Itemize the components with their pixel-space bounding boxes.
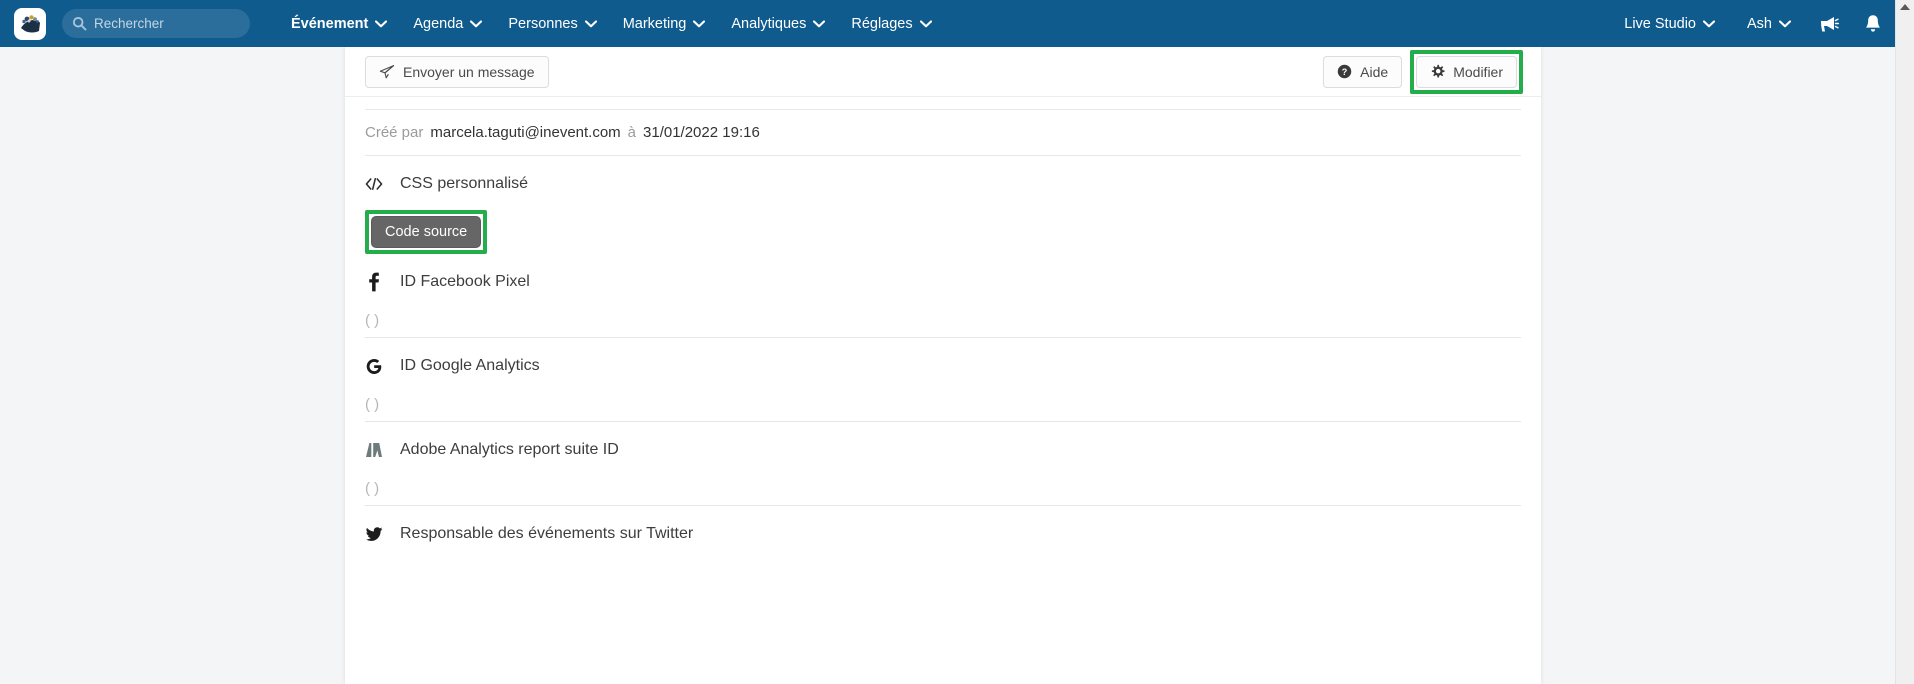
field-facebook-pixel-label: ID Facebook Pixel bbox=[400, 273, 530, 290]
edit-button[interactable]: Modifier bbox=[1416, 55, 1517, 88]
created-by-row: Créé par marcela.taguti@inevent.com à 31… bbox=[365, 110, 1521, 155]
field-custom-css: CSS personnalisé Code source bbox=[365, 156, 1521, 254]
chevron-down-icon bbox=[919, 19, 932, 27]
field-facebook-pixel-value[interactable]: ( ) bbox=[365, 312, 1521, 338]
nav-item-agenda[interactable]: Agenda bbox=[400, 0, 495, 47]
field-facebook-pixel-header: ID Facebook Pixel bbox=[365, 268, 1521, 296]
code-icon bbox=[365, 177, 383, 191]
notifications-button[interactable] bbox=[1851, 0, 1895, 47]
edit-button-highlight: Modifier bbox=[1410, 49, 1523, 94]
primary-nav: Événement Agenda Personnes Marketing Ana bbox=[278, 0, 945, 47]
nav-item-evenement[interactable]: Événement bbox=[278, 0, 400, 47]
twitter-icon bbox=[365, 526, 383, 543]
source-button-wrap: Code source bbox=[365, 198, 488, 254]
help-button[interactable]: ? Aide bbox=[1323, 55, 1403, 88]
scroll-up-arrow-icon[interactable] bbox=[1900, 4, 1910, 10]
bell-icon bbox=[1866, 14, 1880, 32]
nav-item-agenda-label: Agenda bbox=[413, 15, 464, 32]
created-at-value: 31/01/2022 19:16 bbox=[643, 124, 760, 141]
inevent-logo-icon bbox=[21, 14, 40, 32]
gear-icon bbox=[1432, 64, 1445, 78]
toolbar-right-group: ? Aide Modifier bbox=[1323, 49, 1523, 94]
nav-item-personnes-label: Personnes bbox=[508, 15, 578, 32]
svg-text:?: ? bbox=[1342, 67, 1348, 77]
field-custom-css-header: CSS personnalisé bbox=[365, 170, 1521, 198]
field-adobe-analytics: Adobe Analytics report suite ID ( ) bbox=[365, 422, 1521, 506]
question-circle-icon: ? bbox=[1337, 64, 1352, 79]
panel-toolbar: Envoyer un message ? Aide Modifier bbox=[345, 47, 1541, 97]
send-message-label: Envoyer un message bbox=[403, 63, 535, 80]
field-google-analytics-label: ID Google Analytics bbox=[400, 357, 540, 374]
field-google-analytics: ID Google Analytics ( ) bbox=[365, 338, 1521, 422]
paper-plane-icon bbox=[379, 64, 395, 78]
app-logo[interactable] bbox=[14, 7, 46, 40]
secondary-nav: Live Studio Ash bbox=[1608, 0, 1895, 47]
page-body: Envoyer un message ? Aide Modifier Créé … bbox=[0, 47, 1895, 684]
nav-item-evenement-label: Événement bbox=[291, 15, 369, 32]
created-by-email: marcela.taguti@inevent.com bbox=[430, 124, 621, 141]
panel-content: Créé par marcela.taguti@inevent.com à 31… bbox=[345, 97, 1541, 548]
adobe-icon bbox=[365, 442, 383, 458]
chevron-down-icon bbox=[1703, 19, 1715, 27]
field-google-analytics-value[interactable]: ( ) bbox=[365, 396, 1521, 422]
top-navigation-bar: Événement Agenda Personnes Marketing Ana bbox=[0, 0, 1895, 47]
field-adobe-analytics-header: Adobe Analytics report suite ID bbox=[365, 436, 1521, 464]
chevron-down-icon bbox=[1779, 19, 1791, 27]
nav-item-analytiques[interactable]: Analytiques bbox=[718, 0, 838, 47]
field-twitter-handler: Responsable des événements sur Twitter bbox=[365, 506, 1521, 548]
field-google-analytics-header: ID Google Analytics bbox=[365, 352, 1521, 380]
help-label: Aide bbox=[1360, 63, 1389, 80]
field-adobe-analytics-label: Adobe Analytics report suite ID bbox=[400, 441, 619, 458]
nav-item-reglages-label: Réglages bbox=[851, 15, 913, 32]
nav-item-analytiques-label: Analytiques bbox=[731, 15, 807, 32]
field-twitter-handler-header: Responsable des événements sur Twitter bbox=[365, 520, 1521, 548]
edit-label: Modifier bbox=[1453, 63, 1503, 80]
nav-item-marketing-label: Marketing bbox=[622, 15, 687, 32]
nav-item-personnes[interactable]: Personnes bbox=[495, 0, 609, 47]
send-message-button[interactable]: Envoyer un message bbox=[365, 55, 549, 88]
chevron-down-icon bbox=[584, 19, 597, 27]
field-facebook-pixel: ID Facebook Pixel ( ) bbox=[365, 254, 1521, 338]
nav-item-live-studio-label: Live Studio bbox=[1624, 15, 1696, 32]
created-by-label: Créé par bbox=[365, 124, 424, 141]
announcements-button[interactable] bbox=[1807, 0, 1851, 47]
source-code-button[interactable]: Code source bbox=[371, 216, 482, 248]
created-at-preposition: à bbox=[627, 124, 637, 141]
chevron-down-icon bbox=[375, 19, 388, 27]
source-button-highlight: Code source bbox=[365, 210, 488, 254]
chevron-down-icon bbox=[813, 19, 826, 27]
top-spacer bbox=[365, 97, 1521, 109]
field-custom-css-label: CSS personnalisé bbox=[400, 175, 529, 192]
nav-item-marketing[interactable]: Marketing bbox=[610, 0, 719, 47]
field-adobe-analytics-value[interactable]: ( ) bbox=[365, 480, 1521, 506]
search-input[interactable] bbox=[94, 16, 234, 31]
nav-item-live-studio[interactable]: Live Studio bbox=[1608, 0, 1731, 47]
nav-item-user-menu[interactable]: Ash bbox=[1731, 0, 1807, 47]
facebook-icon bbox=[365, 272, 383, 292]
nav-item-user-label: Ash bbox=[1747, 15, 1772, 32]
search-icon bbox=[72, 16, 87, 31]
megaphone-icon bbox=[1821, 16, 1839, 31]
google-icon bbox=[365, 357, 383, 376]
field-twitter-handler-label: Responsable des événements sur Twitter bbox=[400, 525, 694, 542]
nav-item-reglages[interactable]: Réglages bbox=[838, 0, 944, 47]
content-panel: Envoyer un message ? Aide Modifier Créé … bbox=[345, 47, 1541, 684]
search-box[interactable] bbox=[62, 9, 250, 38]
chevron-down-icon bbox=[470, 19, 483, 27]
page-scrollbar[interactable] bbox=[1895, 0, 1914, 684]
chevron-down-icon bbox=[693, 19, 706, 27]
